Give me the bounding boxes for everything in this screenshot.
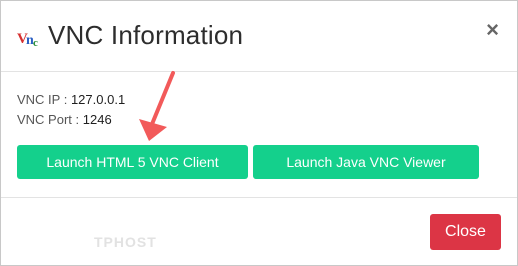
launch-java-vnc-button[interactable]: Launch Java VNC Viewer [253,145,479,179]
close-button[interactable]: Close [430,214,501,250]
svg-text:c: c [33,37,38,49]
vnc-port-value: 1246 [82,112,112,127]
dialog-body: VNC IP : 127.0.0.1 VNC Port : 1246 Launc… [1,72,517,196]
launch-html5-vnc-button[interactable]: Launch HTML 5 VNC Client [17,145,248,179]
dialog-footer: TPHOST Close [1,197,517,266]
vnc-port-row: VNC Port : 1246 [17,112,112,127]
vnc-ip-label: VNC IP : [17,92,71,107]
vnc-port-label: VNC Port : [17,112,83,127]
dialog-header: V n c VNC Information × [1,1,517,72]
watermark-logo: TPHOST [94,234,157,250]
annotation-arrow-icon [139,71,175,141]
close-icon[interactable]: × [486,19,499,41]
vnc-logo-icon: V n c [17,31,38,49]
dialog-title: VNC Information [48,20,244,50]
vnc-ip-value: 127.0.0.1 [70,92,126,107]
vnc-ip-row: VNC IP : 127.0.0.1 [17,92,125,107]
vnc-information-dialog: V n c VNC Information × VNC IP : 127.0.0… [0,0,518,266]
